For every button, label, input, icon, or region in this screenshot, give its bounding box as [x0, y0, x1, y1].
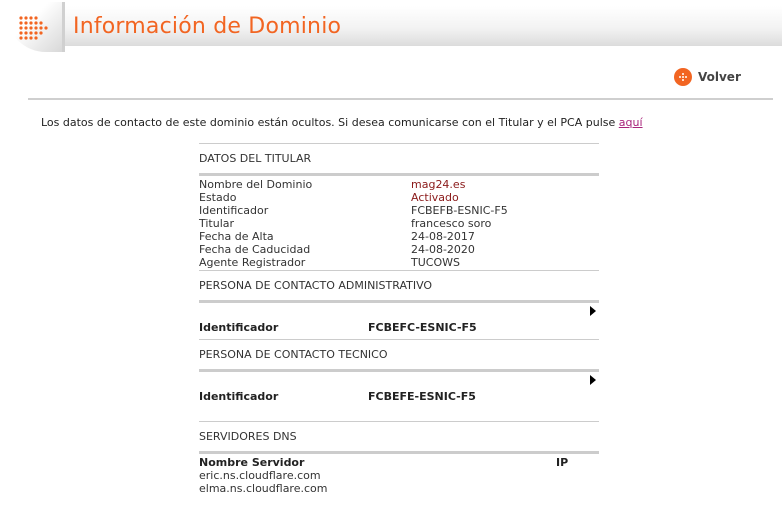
admin-id-row: Identificador FCBEFC-ESNIC-F5 — [199, 319, 599, 339]
titular-section-title: DATOS DEL TITULAR — [199, 152, 312, 165]
privacy-notice: Los datos de contacto de este dominio es… — [41, 116, 643, 129]
contact-link[interactable]: aquí — [619, 116, 643, 129]
tech-id-value: FCBEFE-ESNIC-F5 — [368, 390, 476, 403]
dns-col-ip: IP — [556, 456, 569, 469]
triangle-right-icon — [590, 375, 596, 385]
logo — [6, 2, 65, 52]
titular-table: Nombre del Dominio mag24.es Estado Activad… — [199, 178, 599, 269]
table-row: Titular francesco soro — [199, 217, 599, 230]
dns-server-item: eric.ns.cloudflare.com — [199, 469, 321, 482]
dns-section-title: SERVIDORES DNS — [199, 430, 297, 443]
tech-section-title: PERSONA DE CONTACTO TECNICO — [199, 348, 388, 361]
domain-info-panel: DATOS DEL TITULAR Nombre del Dominio mag2… — [199, 143, 599, 495]
dns-header-row: Nombre Servidor IP — [199, 454, 599, 469]
back-label: Volver — [698, 70, 741, 84]
table-row: Fecha de Alta 24-08-2017 — [199, 230, 599, 243]
field-label: Titular — [199, 217, 235, 230]
page-header: Información de Dominio — [0, 0, 782, 52]
back-arrow-icon — [674, 68, 692, 86]
field-value: Activado — [411, 191, 459, 204]
tech-expand-toggle[interactable] — [199, 372, 599, 388]
admin-id-value: FCBEFC-ESNIC-F5 — [368, 321, 477, 334]
table-row: Agente Registrador TUCOWS — [199, 256, 599, 269]
field-label: Fecha de Caducidad — [199, 243, 311, 256]
field-label: Identificador — [199, 204, 269, 217]
arrow-logo-icon — [19, 16, 48, 40]
field-value: TUCOWS — [411, 256, 460, 269]
top-divider — [28, 98, 773, 100]
field-label: Nombre del Dominio — [199, 178, 313, 191]
tech-id-label: Identificador — [199, 390, 279, 403]
field-value: mag24.es — [411, 178, 466, 191]
table-row: Nombre del Dominio mag24.es — [199, 178, 599, 191]
field-label: Agente Registrador — [199, 256, 306, 269]
field-label: Fecha de Alta — [199, 230, 274, 243]
page-title: Información de Dominio — [73, 14, 342, 39]
field-value: 24-08-2020 — [411, 243, 475, 256]
tech-id-row: Identificador FCBEFE-ESNIC-F5 — [199, 388, 599, 408]
divider — [199, 173, 599, 176]
admin-section-title: PERSONA DE CONTACTO ADMINISTRATIVO — [199, 279, 433, 292]
admin-id-label: Identificador — [199, 321, 279, 334]
dns-col-server: Nombre Servidor — [199, 456, 305, 469]
back-button[interactable]: Volver — [674, 68, 741, 86]
triangle-right-icon — [590, 306, 596, 316]
admin-expand-toggle[interactable] — [199, 303, 599, 319]
dns-server-item: elma.ns.cloudflare.com — [199, 482, 328, 495]
table-row: Identificador FCBEFB-ESNIC-F5 — [199, 204, 599, 217]
table-row: Estado Activado — [199, 191, 599, 204]
table-row: Fecha de Caducidad 24-08-2020 — [199, 243, 599, 256]
field-value: 24-08-2017 — [411, 230, 475, 243]
notice-text: Los datos de contacto de este dominio es… — [41, 116, 619, 129]
field-value: FCBEFB-ESNIC-F5 — [411, 204, 508, 217]
field-value: francesco soro — [411, 217, 492, 230]
field-label: Estado — [199, 191, 237, 204]
